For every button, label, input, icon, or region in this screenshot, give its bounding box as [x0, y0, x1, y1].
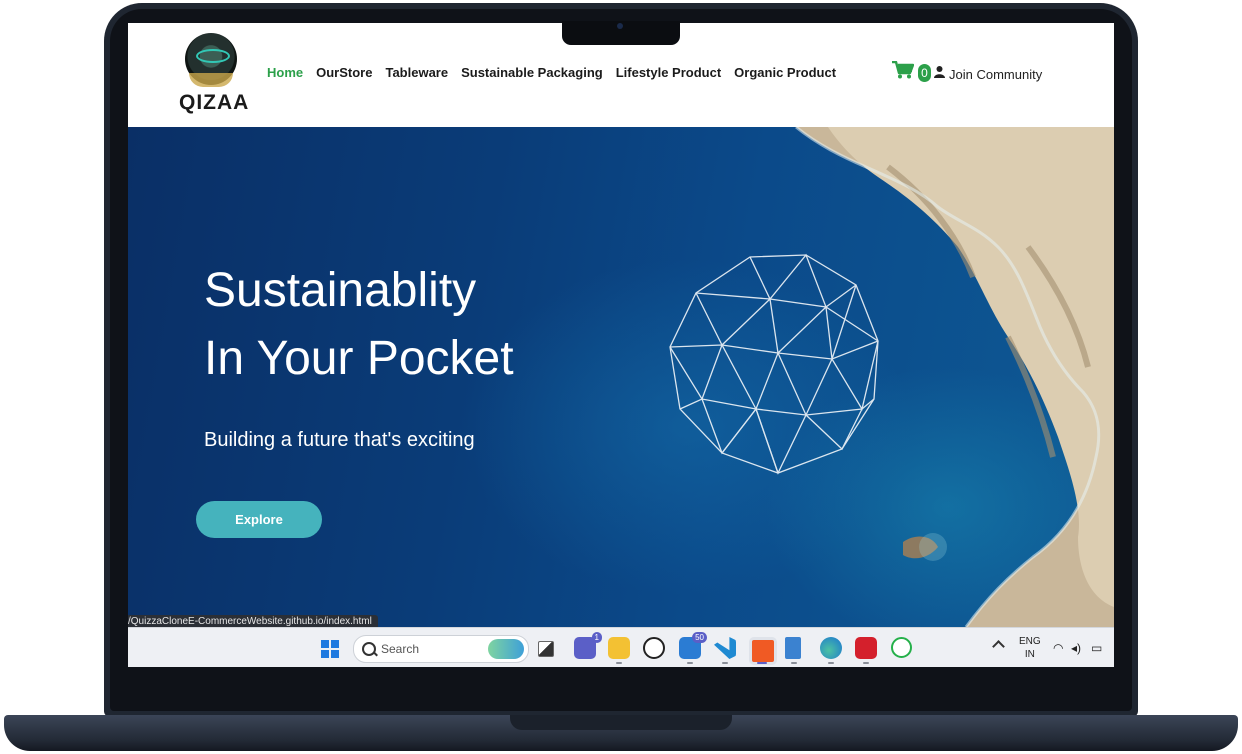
user-icon[interactable] — [934, 66, 945, 78]
recycle-widget-icon[interactable] — [488, 639, 524, 659]
acrobat-icon[interactable] — [855, 637, 877, 659]
nav-link-organic-product[interactable]: Organic Product — [734, 65, 836, 80]
dell-icon[interactable] — [643, 637, 665, 659]
cart-count-badge: 0 — [918, 64, 931, 82]
taskbar-search-placeholder: Search — [381, 642, 420, 656]
nav-link-tableware[interactable]: Tableware — [385, 65, 448, 80]
hero-subtitle: Building a future that's exciting — [204, 429, 475, 451]
brave-icon[interactable] — [749, 637, 777, 665]
language-code: ENG — [1019, 636, 1041, 647]
battery-icon[interactable]: ▭ — [1091, 641, 1102, 655]
explore-button[interactable]: Explore — [196, 501, 322, 538]
running-indicator — [863, 662, 869, 664]
browser-status-url: /QuizzaCloneE-CommerceWebsite.github.io/… — [128, 615, 378, 627]
brand-name[interactable]: QIZAA — [179, 91, 249, 115]
join-community-link[interactable]: Join Community — [949, 67, 1042, 82]
teams-icon[interactable]: 1 — [574, 632, 602, 659]
geodesic-sphere-graphic — [669, 253, 879, 475]
running-indicator — [687, 662, 693, 664]
taskbar-search-box[interactable]: Search — [353, 635, 529, 663]
file-explorer-icon[interactable] — [608, 637, 630, 659]
laptop-screen: QIZAA Home OurStore Tableware Sustainabl… — [128, 23, 1114, 667]
running-indicator — [828, 662, 834, 664]
mail-badge: 50 — [692, 632, 707, 643]
hero-banner: Sustainablity In Your Pocket Building a … — [128, 127, 1114, 627]
show-hidden-icons-chevron-icon[interactable] — [992, 640, 1005, 653]
search-icon — [362, 642, 376, 656]
notepad-icon[interactable] — [785, 637, 801, 659]
laptop-hinge-notch — [510, 715, 732, 730]
hero-title-line-1: Sustainablity — [204, 264, 477, 317]
windows-start-icon[interactable] — [321, 640, 339, 658]
nav-link-lifestyle-product[interactable]: Lifestyle Product — [616, 65, 721, 80]
vscode-icon[interactable] — [714, 637, 736, 659]
hero-title-line-2: In Your Pocket — [204, 332, 514, 385]
teams-badge: 1 — [591, 632, 602, 643]
mail-icon[interactable]: 50 — [679, 632, 707, 659]
running-indicator — [791, 662, 797, 664]
whatsapp-icon[interactable] — [891, 637, 912, 658]
nav-link-ourstore[interactable]: OurStore — [316, 65, 372, 80]
language-indicator[interactable]: ENG IN — [1019, 635, 1041, 661]
running-indicator — [616, 662, 622, 664]
nav-link-sustainable-packaging[interactable]: Sustainable Packaging — [461, 65, 603, 80]
running-indicator — [722, 662, 728, 664]
hero-title: Sustainablity In Your Pocket — [204, 257, 514, 393]
active-app-indicator — [757, 662, 767, 664]
nav-link-home[interactable]: Home — [267, 65, 303, 80]
wifi-icon[interactable]: ◠ — [1053, 641, 1063, 655]
main-menu: Home OurStore Tableware Sustainable Pack… — [267, 65, 836, 80]
region-code: IN — [1024, 649, 1035, 660]
edge-icon[interactable] — [820, 637, 842, 659]
brand-logo-icon[interactable] — [185, 33, 237, 87]
cart-icon[interactable] — [892, 61, 914, 79]
webcam-icon — [617, 23, 623, 29]
windows-taskbar: Search 1 50 ENG IN ◠ ◂) ▭ — [128, 627, 1114, 667]
task-view-icon[interactable] — [538, 641, 554, 657]
volume-icon[interactable]: ◂) — [1071, 641, 1081, 655]
